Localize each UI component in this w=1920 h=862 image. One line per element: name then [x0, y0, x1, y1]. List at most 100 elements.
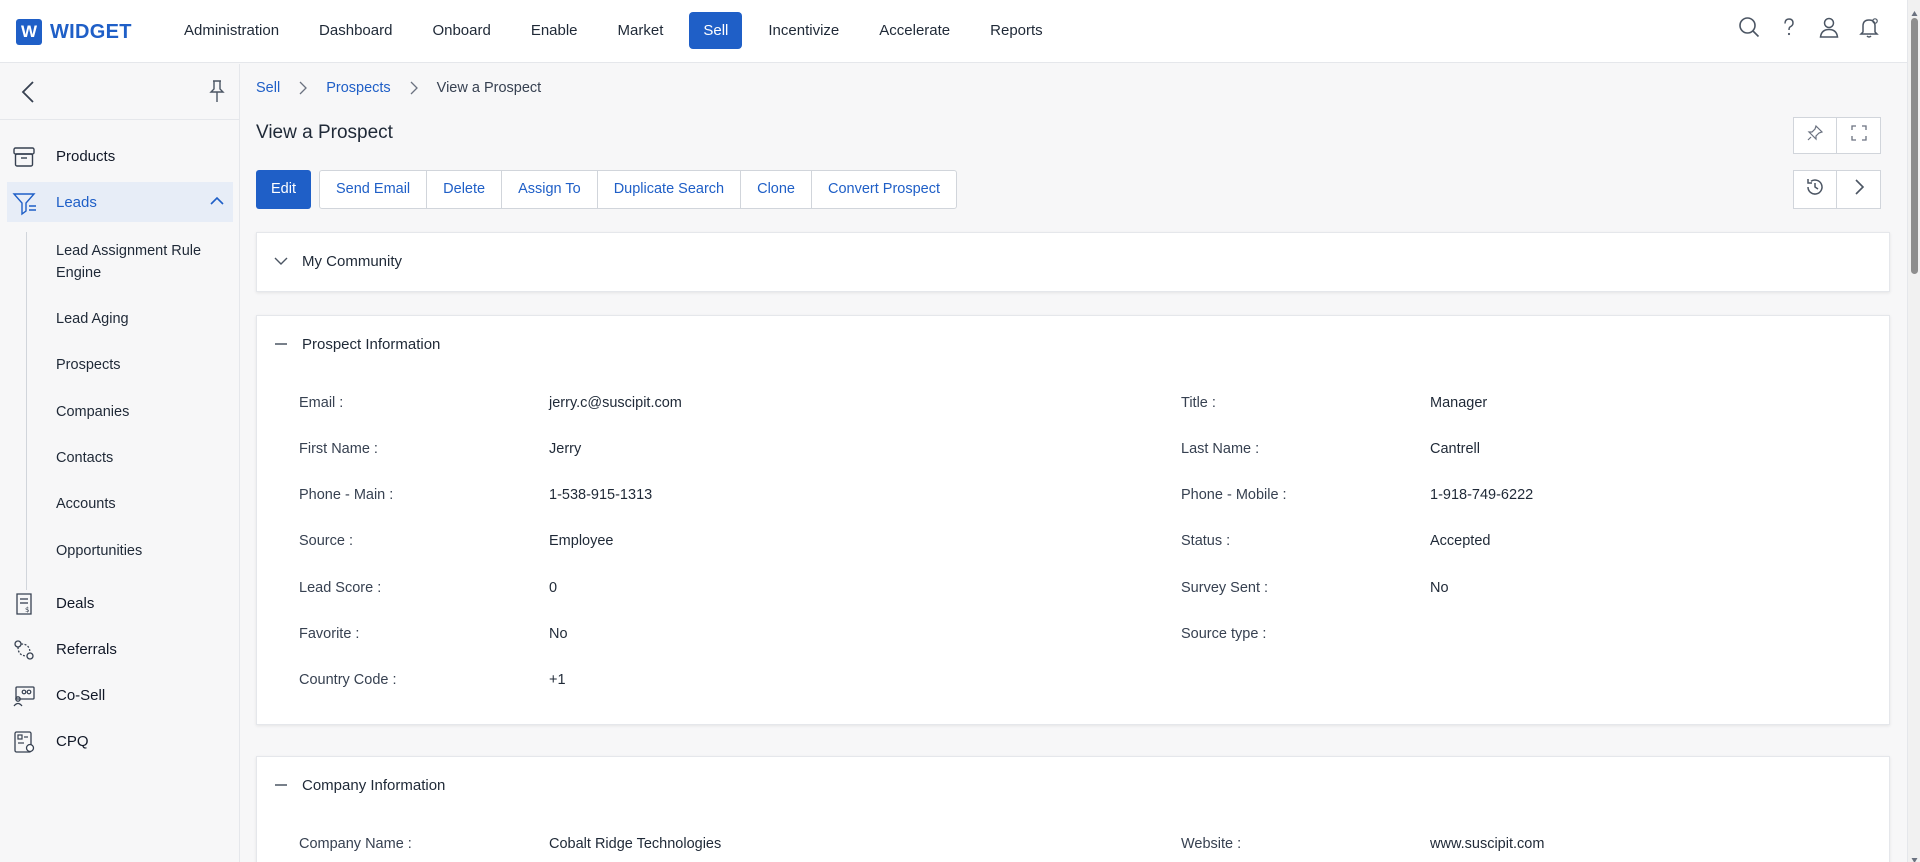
- send-email-button[interactable]: Send Email: [320, 171, 426, 208]
- title-value: Manager: [1430, 395, 1488, 411]
- main-content: Sell Prospects View a Prospect View a Pr…: [241, 64, 1907, 862]
- last-name-value: Cantrell: [1430, 441, 1480, 457]
- sidebar-item-referrals[interactable]: Referrals: [0, 629, 240, 669]
- my-community-panel: My Community: [256, 232, 1890, 292]
- nav-accelerate[interactable]: Accelerate: [859, 12, 970, 49]
- box-icon: [12, 145, 36, 169]
- top-icons: [1738, 16, 1880, 38]
- collapse-icon: [272, 776, 290, 794]
- convert-prospect-button[interactable]: Convert Prospect: [811, 171, 956, 208]
- nav-reports[interactable]: Reports: [970, 12, 1063, 49]
- phone-mobile-value: 1-918-749-6222: [1430, 487, 1534, 503]
- team-icon: [12, 684, 36, 708]
- lead-score-label: Lead Score :: [299, 580, 382, 596]
- phone-mobile-label: Phone - Mobile :: [1181, 487, 1287, 503]
- edit-button[interactable]: Edit: [256, 170, 311, 209]
- expand-icon: [1850, 125, 1867, 146]
- history-icon: [1805, 177, 1825, 202]
- survey-sent-label: Survey Sent :: [1181, 580, 1269, 596]
- country-code-label: Country Code :: [299, 672, 397, 688]
- nav-dashboard[interactable]: Dashboard: [299, 12, 412, 49]
- first-name-value: Jerry: [549, 441, 582, 457]
- sidebar-subitem-lead-aging[interactable]: Lead Aging: [56, 308, 226, 330]
- search-icon[interactable]: [1738, 16, 1760, 38]
- sidebar-subitem-companies[interactable]: Companies: [56, 401, 226, 423]
- section-title: Prospect Information: [302, 335, 441, 353]
- nav-sell[interactable]: Sell: [689, 12, 743, 49]
- sidebar-item-co-sell[interactable]: Co-Sell: [0, 675, 240, 715]
- back-arrow-icon[interactable]: [18, 79, 40, 105]
- source-label: Source :: [299, 533, 353, 549]
- lead-score-value: 0: [549, 580, 558, 596]
- delete-button[interactable]: Delete: [426, 171, 501, 208]
- invoice-icon: $: [12, 592, 36, 616]
- company-name-label: Company Name :: [299, 836, 412, 852]
- chevron-right-icon: [1851, 178, 1867, 201]
- bell-icon[interactable]: [1858, 16, 1880, 38]
- sidebar-item-label: CPQ: [56, 732, 89, 750]
- sidebar-item-leads[interactable]: Leads: [7, 182, 233, 222]
- referrals-icon: [12, 638, 36, 662]
- chevron-right-icon: [290, 80, 316, 96]
- sidebar-item-label: Products: [56, 147, 116, 165]
- pin-icon: [1807, 124, 1824, 146]
- sidebar-subitem-contacts[interactable]: Contacts: [56, 447, 226, 469]
- duplicate-search-button[interactable]: Duplicate Search: [596, 171, 740, 208]
- view-controls: [1793, 117, 1881, 154]
- source-type-label: Source type :: [1181, 626, 1267, 642]
- company-information-header[interactable]: Company Information: [272, 776, 445, 794]
- user-icon[interactable]: [1818, 16, 1840, 38]
- sidebar-subitem-prospects[interactable]: Prospects: [56, 354, 226, 376]
- clone-button[interactable]: Clone: [740, 171, 811, 208]
- breadcrumb-prospects[interactable]: Prospects: [326, 80, 390, 96]
- breadcrumb-sell[interactable]: Sell: [256, 80, 280, 96]
- breadcrumb: Sell Prospects View a Prospect: [256, 80, 541, 96]
- status-label: Status :: [1181, 533, 1231, 549]
- history-button[interactable]: [1793, 170, 1837, 209]
- sidebar: Products Leads Lead Assignment Rule Engi…: [0, 64, 240, 862]
- pin-button[interactable]: [1793, 117, 1837, 154]
- assign-to-button[interactable]: Assign To: [501, 171, 597, 208]
- action-button-group: Send Email Delete Assign To Duplicate Se…: [319, 170, 958, 209]
- phone-main-value: 1-538-915-1313: [549, 487, 653, 503]
- funnel-icon: [12, 191, 36, 216]
- help-icon[interactable]: [1778, 16, 1800, 38]
- pin-icon[interactable]: [207, 78, 227, 104]
- chevron-up-icon[interactable]: [209, 194, 225, 208]
- app-logo[interactable]: W WIDGET: [16, 19, 132, 45]
- sidebar-item-products[interactable]: Products: [0, 136, 240, 176]
- sidebar-item-cpq[interactable]: CPQ: [0, 721, 240, 761]
- nav-incentivize[interactable]: Incentivize: [748, 12, 859, 49]
- nav-administration[interactable]: Administration: [164, 12, 299, 49]
- company-name-value: Cobalt Ridge Technologies: [549, 836, 722, 852]
- next-button[interactable]: [1837, 170, 1881, 209]
- email-label: Email :: [299, 395, 344, 411]
- source-value: Employee: [549, 533, 614, 549]
- section-title: My Community: [302, 252, 403, 270]
- nav-onboard[interactable]: Onboard: [412, 12, 510, 49]
- email-value: jerry.c@suscipit.com: [549, 395, 682, 411]
- phone-main-label: Phone - Main :: [299, 487, 394, 503]
- sidebar-subitem-lead-assignment-rule-engine[interactable]: Lead Assignment Rule Engine: [56, 240, 226, 284]
- logo-text: WIDGET: [50, 20, 132, 43]
- sidebar-item-label: Leads: [56, 193, 97, 211]
- nav-enable[interactable]: Enable: [511, 12, 598, 49]
- prospect-information-header[interactable]: Prospect Information: [272, 335, 440, 353]
- page-scrollbar[interactable]: [1907, 0, 1920, 862]
- scrollbar-thumb[interactable]: [1911, 18, 1918, 274]
- sidebar-subitem-accounts[interactable]: Accounts: [56, 493, 226, 515]
- fullscreen-button[interactable]: [1837, 117, 1881, 154]
- chevron-right-icon: [401, 80, 427, 96]
- scroll-up-arrow-icon[interactable]: [1911, 4, 1918, 16]
- my-community-header[interactable]: My Community: [272, 252, 402, 270]
- scroll-down-arrow-icon[interactable]: [1911, 851, 1918, 862]
- page-title: View a Prospect: [256, 122, 393, 143]
- company-information-panel: Company Information Company Name : Cobal…: [256, 756, 1890, 862]
- section-title: Company Information: [302, 776, 446, 794]
- breadcrumb-current: View a Prospect: [436, 80, 542, 96]
- nav-market[interactable]: Market: [598, 12, 684, 49]
- collapse-icon: [272, 335, 290, 353]
- sidebar-item-deals[interactable]: $ Deals: [0, 583, 240, 623]
- action-toolbar: Edit Send Email Delete Assign To Duplica…: [256, 170, 958, 209]
- sidebar-subitem-opportunities[interactable]: Opportunities: [56, 540, 226, 562]
